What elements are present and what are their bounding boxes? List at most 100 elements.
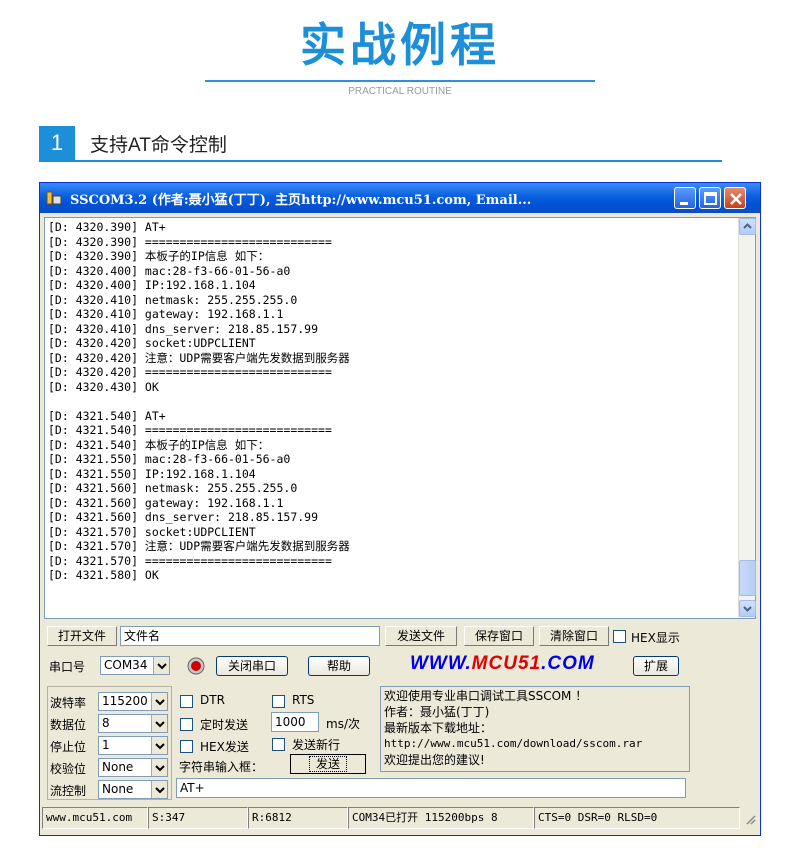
send-button-label: 发送 — [308, 756, 347, 772]
console-line: [D: 4321.580] OK — [48, 568, 159, 582]
send-input[interactable]: AT+ — [176, 778, 686, 798]
console-line: [D: 4321.550] IP:192.168.1.104 — [48, 466, 256, 481]
flow-control-select[interactable]: None — [98, 780, 168, 799]
send-file-button[interactable]: 发送文件 — [385, 626, 457, 646]
hex-send-checkbox[interactable] — [180, 740, 193, 753]
info-feedback: 欢迎提出您的建议! — [384, 753, 485, 767]
page-title: 实战例程 — [300, 18, 500, 72]
logo-prefix: WWW. — [410, 653, 472, 674]
status-modem-lines: CTS=0 DSR=0 RLSD=0 — [534, 807, 740, 829]
console-line: [D: 4320.400] IP:192.168.1.104 — [48, 278, 256, 292]
chevron-down-icon — [155, 721, 165, 728]
console-line: [D: 4320.420] ==========================… — [48, 365, 332, 379]
chevron-down-icon — [155, 743, 165, 750]
info-download-label: 最新版本下载地址： — [384, 721, 493, 735]
console-line: [D: 4320.410] gateway: 192.168.1.1 — [48, 307, 284, 321]
console-line: [D: 4321.540] 本板子的IP信息 如下： — [48, 437, 270, 452]
dtr-label: DTR — [200, 693, 225, 707]
chevron-down-icon — [157, 663, 167, 670]
timed-send-checkbox[interactable] — [180, 718, 193, 731]
status-port-state: COM34已打开 115200bps 8 — [348, 807, 534, 829]
console-line: [D: 4320.430] OK — [48, 379, 159, 394]
clear-window-button[interactable]: 清除窗口 — [539, 626, 609, 646]
dtr-checkbox[interactable] — [180, 695, 193, 708]
baud-select[interactable]: 115200 — [98, 692, 168, 711]
save-window-button[interactable]: 保存窗口 — [464, 626, 534, 646]
flow-control-label: 流控制 — [50, 784, 87, 798]
port-status-icon — [187, 657, 205, 675]
sscom-window: SSCOM3.2 (作者:聂小猛(丁丁), 主页http://www.mcu51… — [39, 182, 761, 836]
send-button[interactable]: 发送 — [290, 754, 366, 774]
port-dropdown-arrow[interactable] — [153, 657, 169, 674]
stop-bits-value: 1 — [102, 738, 110, 752]
send-newline-label: 发送新行 — [292, 738, 341, 752]
stop-bits-label: 停止位 — [50, 740, 87, 754]
section-divider — [39, 160, 722, 162]
send-interval-input[interactable]: 1000 — [271, 712, 319, 732]
baud-value: 115200 — [102, 694, 148, 708]
scroll-thumb[interactable] — [739, 560, 756, 596]
close-port-button[interactable]: 关闭串口 — [216, 656, 288, 676]
scroll-up-button[interactable] — [739, 218, 756, 235]
scroll-down-button[interactable] — [739, 600, 756, 617]
close-icon — [730, 193, 742, 205]
file-name-field[interactable]: 文件名 — [120, 626, 380, 646]
parity-dropdown-arrow[interactable] — [151, 759, 167, 776]
console-line: [D: 4321.570] socket:UDPCLIENT — [48, 524, 256, 539]
data-bits-select[interactable]: 8 — [98, 714, 168, 733]
port-select[interactable]: COM34 — [100, 656, 170, 675]
console-line: [D: 4320.410] netmask: 255.255.255.0 — [48, 292, 298, 307]
close-button[interactable] — [724, 187, 746, 209]
console-output: [D: 4320.390] AT+ [D: 4320.390] =========… — [48, 220, 738, 583]
console-line: [D: 4320.390] 本板子的IP信息 如下： — [48, 249, 270, 263]
maximize-button[interactable] — [699, 187, 721, 209]
chevron-up-icon — [743, 223, 752, 229]
parity-select[interactable]: None — [98, 758, 168, 777]
data-bits-label: 数据位 — [50, 718, 87, 732]
status-bar: www.mcu51.com S:347 R:6812 COM34已打开 1152… — [42, 807, 758, 829]
info-welcome: 欢迎使用专业串口调试工具SSCOM ！ — [384, 689, 588, 703]
console-line: [D: 4320.390] ==========================… — [48, 234, 332, 249]
console-line: [D: 4321.540] AT+ — [48, 408, 166, 423]
receive-console[interactable]: [D: 4320.390] AT+ [D: 4320.390] =========… — [44, 217, 756, 619]
expand-button[interactable]: 扩展 — [633, 656, 679, 676]
data-bits-dropdown-arrow[interactable] — [151, 715, 167, 732]
console-line: [D: 4320.410] dns_server: 218.85.157.99 — [48, 321, 319, 336]
status-received-count: R:6812 — [248, 807, 348, 829]
help-button[interactable]: 帮助 — [308, 656, 370, 676]
resize-grip-icon[interactable] — [744, 813, 756, 825]
maximize-icon — [704, 192, 717, 205]
chevron-down-icon — [155, 765, 165, 772]
timed-send-label: 定时发送 — [200, 718, 249, 732]
baud-dropdown-arrow[interactable] — [151, 693, 167, 710]
title-divider — [205, 80, 595, 82]
minimize-button[interactable] — [674, 187, 696, 209]
console-line: [D: 4321.550] mac:28-f3-66-01-56-a0 — [48, 452, 291, 466]
info-author: 作者：聂小猛(丁丁) — [384, 705, 490, 719]
logo-suffix: .COM — [541, 653, 595, 674]
console-line: [D: 4320.400] mac:28-f3-66-01-56-a0 — [48, 263, 291, 278]
flow-control-dropdown-arrow[interactable] — [151, 781, 167, 798]
hex-display-checkbox[interactable] — [613, 630, 626, 643]
rts-checkbox[interactable] — [272, 695, 285, 708]
console-line: [D: 4321.560] netmask: 255.255.255.0 — [48, 481, 298, 495]
stop-bits-dropdown-arrow[interactable] — [151, 737, 167, 754]
console-line: [D: 4320.390] AT+ — [48, 220, 166, 234]
window-titlebar[interactable]: SSCOM3.2 (作者:聂小猛(丁丁), 主页http://www.mcu51… — [40, 183, 760, 213]
stop-bits-select[interactable]: 1 — [98, 736, 168, 755]
chevron-down-icon — [743, 606, 752, 612]
mcu51-logo: WWW.MCU51.COM — [410, 653, 595, 675]
string-input-label: 字符串输入框： — [179, 760, 264, 774]
info-download-url[interactable]: http://www.mcu51.com/download/sscom.rar — [384, 736, 686, 752]
console-scrollbar[interactable] — [738, 218, 756, 618]
status-sent-count: S:347 — [148, 807, 248, 829]
send-newline-checkbox[interactable] — [272, 738, 285, 751]
console-line: [D: 4321.540] ==========================… — [48, 423, 332, 437]
open-file-button[interactable]: 打开文件 — [47, 626, 117, 646]
section-title: 支持AT命令控制 — [90, 135, 227, 156]
port-value: COM34 — [104, 658, 148, 672]
window-title: SSCOM3.2 (作者:聂小猛(丁丁), 主页http://www.mcu51… — [70, 193, 532, 208]
console-line: [D: 4320.420] 注意：UDP需要客户端先发数据到服务器 — [48, 350, 350, 365]
console-line: [D: 4320.420] socket:UDPCLIENT — [48, 336, 256, 350]
